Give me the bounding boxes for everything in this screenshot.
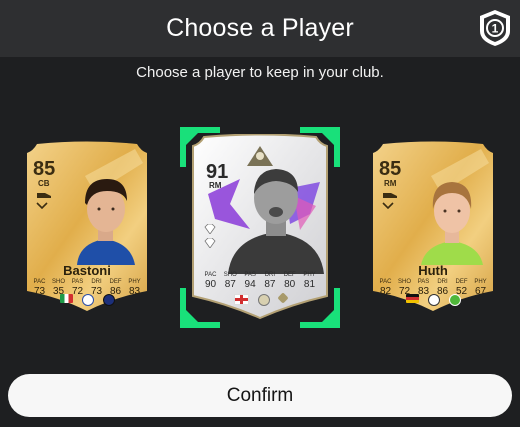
player-position: CB — [38, 179, 50, 188]
stat-label-pac: PAC — [379, 279, 392, 285]
stat-label-phy: PHY — [303, 272, 316, 278]
frauen-bundesliga-icon — [427, 294, 440, 306]
stat-label-pas: PAS — [417, 279, 430, 285]
player-name: Bastoni — [63, 263, 111, 278]
stat-label-sho: SHO — [51, 279, 65, 285]
player-card-huth[interactable]: 85 RM Huth PAC 82 SHO 72 PAS 83 DRI 86 DEF 52… — [371, 141, 495, 313]
stat-value-dri: 87 — [264, 279, 276, 290]
player-card-bastoni[interactable]: 85 CB Bastoni PAC 73 SHO 35 PAS 72 DRI 73 DE… — [25, 141, 149, 313]
england-flag-icon — [233, 294, 249, 305]
player-photo — [228, 169, 324, 274]
stat-label-phy: PHY — [128, 279, 141, 285]
player-rating: 85 — [33, 158, 56, 180]
stat-label-phy: PHY — [474, 279, 487, 285]
player-photo — [77, 179, 135, 265]
stat-value-pac: 90 — [204, 279, 217, 290]
stat-label-pac: PAC — [33, 279, 46, 285]
club-shield-icon[interactable]: 1 — [478, 9, 512, 47]
stat-label-def: DEF — [109, 279, 122, 285]
inter-crest-icon — [102, 294, 115, 306]
player-name: Huth — [418, 263, 448, 278]
stat-label-def: DEF — [455, 279, 468, 285]
boot-icon — [382, 192, 398, 201]
stat-value-phy: 81 — [303, 279, 316, 290]
diamond-icon — [204, 237, 216, 250]
instruction-text: Choose a player to keep in your club. — [136, 64, 384, 81]
confirm-button[interactable]: Confirm — [8, 374, 512, 417]
stat-label-pas: PAS — [244, 272, 256, 278]
player-position: RM — [209, 181, 222, 190]
stat-value-def: 80 — [284, 279, 296, 290]
stat-value-sho: 87 — [224, 279, 236, 290]
stat-value-pas: 94 — [244, 279, 256, 290]
club-badge-number: 1 — [492, 22, 499, 36]
player-card-beckham[interactable]: 91 RM PAC 90 SHO 87 PAS 94 DRI 87 DEF 80 PHY 8… — [190, 134, 330, 320]
stat-label-dri: DRI — [264, 272, 276, 278]
icon-club-icon — [276, 292, 289, 304]
header-bar: Choose a Player 1 — [0, 0, 520, 57]
serie-a-icon — [81, 294, 94, 306]
boot-icon — [36, 192, 52, 201]
player-photo — [421, 182, 483, 265]
icon-league-icon — [257, 294, 270, 306]
player-rating: 85 — [379, 158, 402, 180]
player-position: RM — [384, 179, 397, 188]
stat-label-sho: SHO — [223, 272, 237, 278]
stat-label-dri: DRI — [437, 279, 448, 285]
stats-row: PAC 90 SHO 87 PAS 94 DRI 87 DEF 80 PHY 81 — [202, 272, 318, 290]
chevron-down-icon — [382, 202, 394, 211]
stat-label-dri: DRI — [91, 279, 102, 285]
stat-label-pac: PAC — [204, 272, 217, 278]
stat-label-pas: PAS — [71, 279, 84, 285]
wolfsburg-crest-icon — [448, 294, 461, 306]
stat-label-sho: SHO — [397, 279, 411, 285]
chevron-down-icon — [36, 202, 48, 211]
germany-flag-icon — [405, 294, 419, 303]
diamond-icon — [204, 223, 216, 236]
player-rating: 91 — [206, 161, 229, 183]
italy-flag-icon — [59, 294, 73, 303]
stat-label-def: DEF — [283, 272, 296, 278]
page-title: Choose a Player — [166, 14, 354, 42]
